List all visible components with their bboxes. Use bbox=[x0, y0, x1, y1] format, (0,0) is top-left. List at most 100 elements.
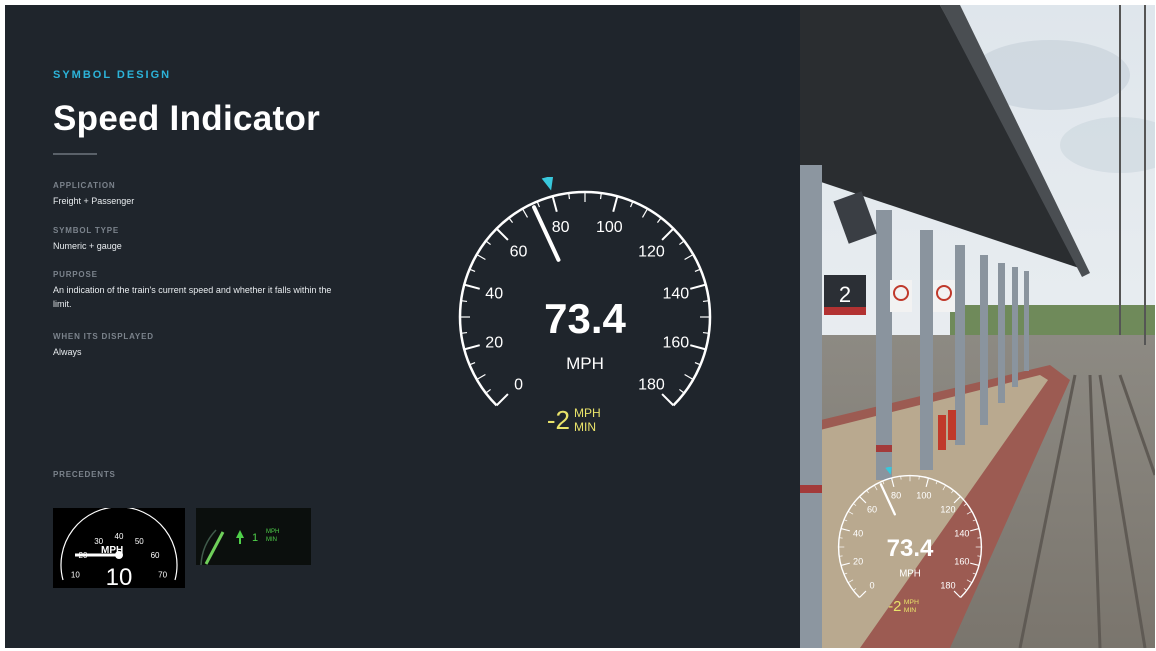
gauge-tick-label: 120 bbox=[638, 244, 665, 261]
accel-unit-top: MPH bbox=[574, 406, 601, 420]
gauge-tick-label: 100 bbox=[916, 491, 931, 501]
gauge-tick bbox=[847, 579, 854, 584]
gauge-tick bbox=[925, 477, 930, 487]
digital-value: 1 bbox=[252, 532, 258, 544]
gauge-tick bbox=[661, 393, 675, 407]
gauge-tick bbox=[840, 562, 850, 567]
gauge-tick bbox=[963, 588, 967, 591]
gauge-tick bbox=[690, 283, 706, 290]
gauge-tick bbox=[684, 253, 694, 261]
meta-label: WHEN ITS DISPLAYED bbox=[53, 332, 154, 341]
precedent-analog-speedometer: 01020304050607080 MPH 10 bbox=[53, 506, 185, 600]
warning-sign bbox=[890, 280, 912, 312]
gauge-tick bbox=[508, 217, 514, 223]
gauge-tick bbox=[972, 572, 977, 575]
gauge-tick bbox=[859, 590, 867, 598]
gauge-tick bbox=[882, 480, 885, 485]
title-divider bbox=[53, 153, 97, 155]
gauge-tick bbox=[953, 590, 961, 598]
gauge-tick-label: 20 bbox=[853, 556, 863, 566]
section-eyebrow: SYMBOL DESIGN bbox=[53, 69, 172, 81]
gauge-tick bbox=[847, 510, 854, 515]
gauge-tick-label: 40 bbox=[485, 286, 503, 303]
gauge-tick-label: 100 bbox=[596, 219, 623, 236]
column bbox=[1024, 271, 1029, 371]
column bbox=[980, 255, 988, 425]
gauge-tick bbox=[866, 490, 869, 494]
gauge-tick bbox=[972, 519, 977, 522]
gauge-tick bbox=[476, 373, 486, 381]
speed-gauge-overlay: 0 20 40 60 80 100 120 140 160 180 73.4 MPH -2 MPH… bbox=[830, 466, 990, 632]
gauge-tick bbox=[485, 240, 491, 246]
gauge-tick bbox=[690, 344, 706, 351]
platform-sign-stripe bbox=[824, 307, 866, 315]
fire-extinguisher bbox=[948, 410, 956, 440]
analog-tick-label: 50 bbox=[135, 537, 144, 546]
speed-readout: 73.4 bbox=[544, 295, 626, 342]
gauge-tick bbox=[702, 300, 710, 303]
speed-limit-marker bbox=[885, 466, 892, 475]
gauge-tick bbox=[495, 393, 509, 407]
gauge-tick bbox=[460, 331, 468, 334]
accel-value: -2 bbox=[547, 405, 570, 435]
speed-limit-marker bbox=[541, 175, 554, 191]
gauge-tick bbox=[612, 196, 619, 212]
gauge-tick-label: 140 bbox=[662, 286, 689, 303]
gauge-tick-label: 80 bbox=[891, 491, 901, 501]
column-band bbox=[876, 445, 892, 452]
gauge-tick bbox=[859, 496, 867, 504]
gauge-tick-label: 0 bbox=[869, 580, 874, 590]
speed-unit: MPH bbox=[566, 354, 604, 373]
gauge-tick bbox=[966, 579, 973, 584]
gauge-tick-label: 140 bbox=[954, 529, 969, 539]
fire-extinguisher bbox=[938, 415, 946, 450]
gauge-tick bbox=[521, 208, 529, 218]
gauge-tick bbox=[476, 253, 486, 261]
analog-hub bbox=[115, 551, 123, 559]
column-band bbox=[800, 485, 822, 493]
column bbox=[955, 245, 965, 445]
meta-value: Always bbox=[53, 347, 82, 357]
meta-label: PURPOSE bbox=[53, 270, 98, 279]
gauge-tick bbox=[641, 208, 649, 218]
gauge-tick bbox=[942, 484, 947, 491]
accel-value: -2 bbox=[888, 599, 901, 615]
gauge-tick bbox=[970, 527, 980, 532]
warning-sign bbox=[933, 280, 955, 312]
platform-number: 2 bbox=[839, 282, 851, 307]
analog-tick-label: 40 bbox=[115, 532, 124, 541]
column bbox=[920, 230, 933, 470]
analog-tick-label: 60 bbox=[151, 551, 160, 560]
meta-value: An indication of the train's current spe… bbox=[53, 285, 332, 309]
gauge-tick bbox=[495, 227, 509, 241]
gauge-tick bbox=[568, 192, 571, 200]
gauge-tick bbox=[953, 496, 961, 504]
gauge-tick bbox=[853, 503, 857, 506]
gauge-tick-label: 0 bbox=[514, 376, 523, 393]
gauge-tick bbox=[840, 527, 850, 532]
meta-application: APPLICATION Freight + Passenger bbox=[53, 181, 353, 208]
accel-unit-bottom: MIN bbox=[574, 420, 596, 434]
gauge-tick bbox=[460, 300, 468, 303]
meta-label: APPLICATION bbox=[53, 181, 116, 190]
gauge-tick-label: 180 bbox=[940, 580, 955, 590]
page-title: Speed Indicator bbox=[53, 99, 321, 138]
gauge-tick-label: 80 bbox=[552, 219, 570, 236]
meta-value: Numeric + gauge bbox=[53, 241, 122, 251]
gauge-tick bbox=[843, 519, 848, 522]
gauge-tick bbox=[656, 217, 662, 223]
analog-tick-label: 70 bbox=[158, 570, 167, 579]
speed-unit: MPH bbox=[899, 569, 921, 580]
gauge-tick-label: 180 bbox=[638, 376, 665, 393]
gauge-tick bbox=[551, 196, 558, 212]
gauge-tick bbox=[873, 484, 878, 491]
gauge-tick bbox=[464, 283, 480, 290]
digital-unit-top: MPH bbox=[266, 529, 279, 535]
precedent-digital-display: 1 MPH MIN bbox=[196, 508, 311, 566]
gauge-tick bbox=[935, 480, 938, 485]
accel-unit-top: MPH bbox=[904, 599, 919, 606]
gauge-tick-label: 60 bbox=[867, 504, 877, 514]
gauge-tick bbox=[485, 388, 491, 394]
platform-photo: 2 0 20 40 60 80 100 120 140 160 180 73.4 MPH -2 bbox=[800, 5, 1155, 648]
gauge-tick-label: 20 bbox=[485, 334, 503, 351]
